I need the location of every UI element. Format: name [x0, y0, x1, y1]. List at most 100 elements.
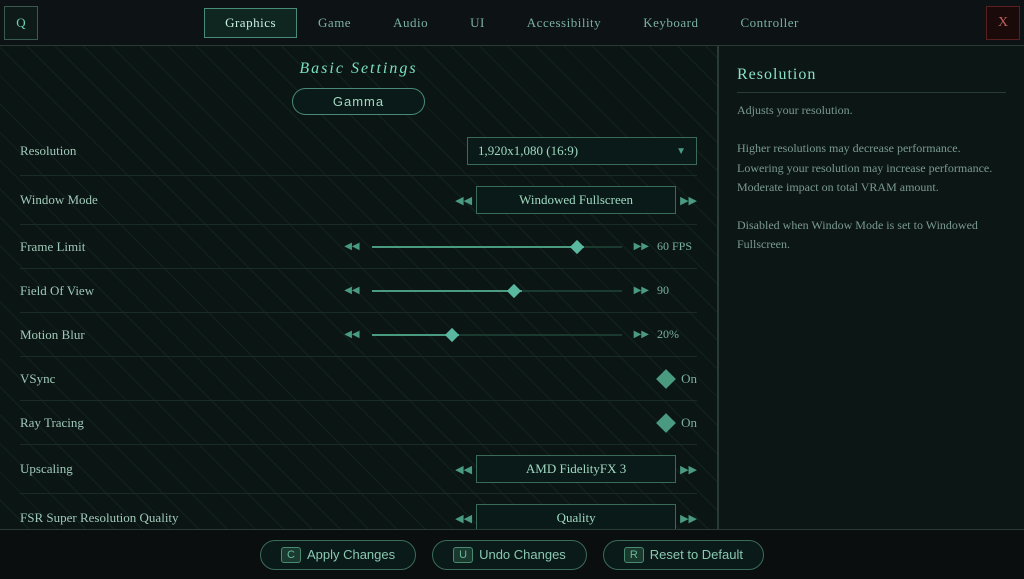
fsr-next-button[interactable]: ▶▶ [680, 512, 697, 525]
top-nav: Q Graphics Game Audio UI Accessibility K… [0, 0, 1024, 46]
fsr-selector: ◀◀ Quality ▶▶ [455, 504, 697, 529]
setting-row-fov: Field Of View ◀◀ ▶▶ 90 [20, 269, 697, 313]
setting-row-frame-limit: Frame Limit ◀◀ ▶▶ 60 FPS [20, 225, 697, 269]
tab-ui[interactable]: UI [449, 8, 506, 38]
setting-control-upscaling: ◀◀ AMD FidelityFX 3 ▶▶ [220, 455, 697, 483]
setting-label-upscaling: Upscaling [20, 461, 220, 477]
close-button[interactable]: X [986, 6, 1020, 40]
setting-label-frame-limit: Frame Limit [20, 239, 220, 255]
apply-label: Apply Changes [307, 547, 395, 562]
setting-row-ray-tracing: Ray Tracing On [20, 401, 697, 445]
bottom-bar: C Apply Changes U Undo Changes R Reset t… [0, 529, 1024, 579]
setting-label-window-mode: Window Mode [20, 192, 220, 208]
fov-value: 90 [657, 283, 697, 298]
ray-tracing-value: On [681, 415, 697, 431]
slider-right-icon: ▶▶ [634, 241, 649, 252]
vsync-value: On [681, 371, 697, 387]
slider-fill [372, 290, 522, 292]
ray-tracing-toggle[interactable]: On [659, 415, 697, 431]
setting-row-fsr: FSR Super Resolution Quality ◀◀ Quality … [20, 494, 697, 529]
tab-controller[interactable]: Controller [719, 8, 819, 38]
undo-changes-button[interactable]: U Undo Changes [432, 540, 587, 570]
fsr-prev-button[interactable]: ◀◀ [455, 512, 472, 525]
setting-control-vsync: On [220, 371, 697, 387]
slider-thumb [507, 283, 521, 297]
apply-changes-button[interactable]: C Apply Changes [260, 540, 416, 570]
setting-row-motion-blur: Motion Blur ◀◀ ▶▶ 20% [20, 313, 697, 357]
sidebar-description: Adjusts your resolution. Higher resoluti… [737, 101, 1006, 255]
setting-label-resolution: Resolution [20, 143, 220, 159]
frame-limit-value: 60 FPS [657, 239, 697, 254]
diamond-icon [656, 369, 676, 389]
right-panel: Resolution Adjusts your resolution. High… [718, 46, 1024, 529]
gamma-button[interactable]: Gamma [292, 88, 425, 115]
window-mode-next-button[interactable]: ▶▶ [680, 194, 697, 207]
window-mode-selector: ◀◀ Windowed Fullscreen ▶▶ [455, 186, 697, 214]
setting-label-ray-tracing: Ray Tracing [20, 415, 220, 431]
main-content: Basic Settings Gamma Resolution 1,920x1,… [0, 46, 1024, 529]
reset-to-default-button[interactable]: R Reset to Default [603, 540, 764, 570]
frame-limit-track[interactable] [372, 239, 622, 255]
setting-label-motion-blur: Motion Blur [20, 327, 220, 343]
setting-control-ray-tracing: On [220, 415, 697, 431]
setting-row-vsync: VSync On [20, 357, 697, 401]
reset-label: Reset to Default [650, 547, 743, 562]
undo-label: Undo Changes [479, 547, 566, 562]
fov-slider: ◀◀ ▶▶ 90 [344, 283, 697, 299]
setting-label-vsync: VSync [20, 371, 220, 387]
upscaling-selector: ◀◀ AMD FidelityFX 3 ▶▶ [455, 455, 697, 483]
slider-thumb [445, 327, 459, 341]
nav-left-icon[interactable]: Q [4, 6, 38, 40]
gamma-btn-wrap: Gamma [0, 88, 717, 115]
motion-blur-slider: ◀◀ ▶▶ 20% [344, 327, 697, 343]
slider-thumb [570, 239, 584, 253]
apply-key-badge: C [281, 547, 301, 563]
undo-key-badge: U [453, 547, 473, 563]
slider-line [372, 290, 622, 292]
settings-list: Resolution 1,920x1,080 (16:9) ▼ Window M… [0, 127, 717, 529]
setting-control-frame-limit: ◀◀ ▶▶ 60 FPS [220, 239, 697, 255]
slider-line [372, 246, 622, 248]
setting-row-window-mode: Window Mode ◀◀ Windowed Fullscreen ▶▶ [20, 176, 697, 225]
window-mode-prev-button[interactable]: ◀◀ [455, 194, 472, 207]
vsync-toggle[interactable]: On [659, 371, 697, 387]
tab-graphics[interactable]: Graphics [204, 8, 297, 38]
sidebar-title: Resolution [737, 66, 1006, 93]
slider-right-icon: ▶▶ [634, 285, 649, 296]
nav-tabs: Graphics Game Audio UI Accessibility Key… [38, 8, 986, 38]
reset-key-badge: R [624, 547, 644, 563]
upscaling-prev-button[interactable]: ◀◀ [455, 463, 472, 476]
window-mode-value: Windowed Fullscreen [476, 186, 676, 214]
upscaling-value: AMD FidelityFX 3 [476, 455, 676, 483]
setting-row-resolution: Resolution 1,920x1,080 (16:9) ▼ [20, 127, 697, 176]
setting-control-window-mode: ◀◀ Windowed Fullscreen ▶▶ [220, 186, 697, 214]
slider-right-icon: ▶▶ [634, 329, 649, 340]
tab-keyboard[interactable]: Keyboard [622, 8, 719, 38]
tab-accessibility[interactable]: Accessibility [506, 8, 622, 38]
setting-control-resolution: 1,920x1,080 (16:9) ▼ [220, 137, 697, 165]
motion-blur-track[interactable] [372, 327, 622, 343]
setting-control-fov: ◀◀ ▶▶ 90 [220, 283, 697, 299]
setting-control-fsr: ◀◀ Quality ▶▶ [220, 504, 697, 529]
setting-control-motion-blur: ◀◀ ▶▶ 20% [220, 327, 697, 343]
motion-blur-value: 20% [657, 327, 697, 342]
fsr-value: Quality [476, 504, 676, 529]
slider-left-icon: ◀◀ [344, 285, 359, 296]
section-title: Basic Settings [0, 46, 717, 88]
slider-left-icon: ◀◀ [344, 329, 359, 340]
resolution-dropdown[interactable]: 1,920x1,080 (16:9) ▼ [467, 137, 697, 165]
slider-line [372, 334, 622, 336]
setting-row-upscaling: Upscaling ◀◀ AMD FidelityFX 3 ▶▶ [20, 445, 697, 494]
chevron-down-icon: ▼ [676, 146, 686, 157]
tab-audio[interactable]: Audio [372, 8, 449, 38]
setting-label-fov: Field Of View [20, 283, 220, 299]
upscaling-next-button[interactable]: ▶▶ [680, 463, 697, 476]
slider-left-icon: ◀◀ [344, 241, 359, 252]
setting-label-fsr: FSR Super Resolution Quality [20, 510, 220, 526]
left-panel: Basic Settings Gamma Resolution 1,920x1,… [0, 46, 718, 529]
slider-fill [372, 246, 585, 248]
fov-track[interactable] [372, 283, 622, 299]
tab-game[interactable]: Game [297, 8, 372, 38]
frame-limit-slider: ◀◀ ▶▶ 60 FPS [344, 239, 697, 255]
diamond-icon [656, 413, 676, 433]
